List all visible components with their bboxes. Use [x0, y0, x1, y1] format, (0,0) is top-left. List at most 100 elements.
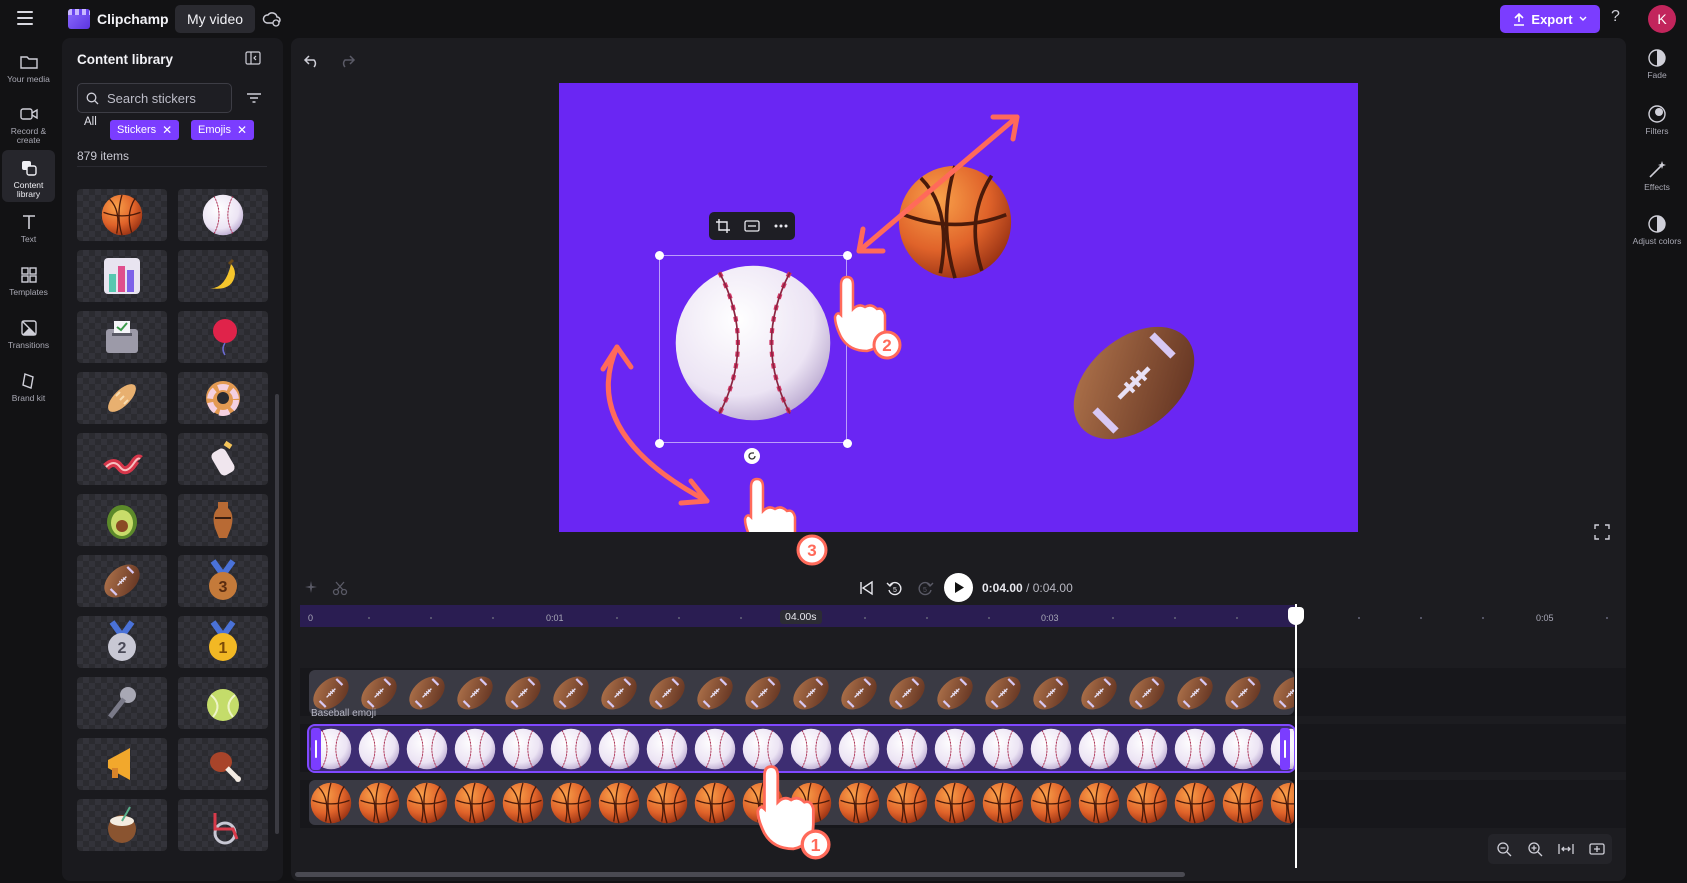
baseball-frame: [453, 727, 497, 771]
3rd-place-medal-icon: 3: [209, 559, 237, 600]
nav-content-library[interactable]: Content library: [2, 150, 55, 202]
sticker-coconut-drink[interactable]: [77, 799, 167, 851]
ruler-label: 0: [308, 613, 314, 623]
sticker-1st-place-medal[interactable]: 1: [178, 616, 268, 668]
chip-stickers[interactable]: Stickers ✕: [110, 120, 180, 140]
baseball-frame: [693, 727, 737, 771]
property-filters[interactable]: Filters: [1632, 104, 1682, 136]
magic-icon[interactable]: [303, 580, 319, 596]
sticker-2nd-place-medal[interactable]: 2: [77, 616, 167, 668]
chip-emojis[interactable]: Emojis ✕: [191, 120, 255, 140]
add-track-icon[interactable]: [1588, 841, 1605, 857]
search-box[interactable]: [77, 83, 232, 113]
sticker-avocado[interactable]: [77, 494, 167, 546]
fullscreen-icon[interactable]: [1594, 524, 1610, 540]
cloud-sync-icon[interactable]: [262, 9, 282, 29]
sticker-bacon[interactable]: [77, 433, 167, 485]
basketball-frame: [501, 781, 545, 825]
nav-brand-kit[interactable]: Brand kit: [2, 363, 55, 415]
video-canvas[interactable]: 2: [559, 83, 1358, 532]
svg-text:3: 3: [807, 541, 816, 560]
property-effects[interactable]: Effects: [1632, 160, 1682, 192]
filter-icon[interactable]: [242, 86, 266, 110]
sticker-american-football[interactable]: [77, 555, 167, 607]
undo-icon[interactable]: [303, 51, 321, 69]
help-icon[interactable]: ?: [1611, 8, 1620, 26]
nav-templates[interactable]: Templates: [2, 257, 55, 309]
zoom-toolbar: [1488, 834, 1612, 864]
sticker-banana[interactable]: [178, 250, 268, 302]
sticker-baguette[interactable]: [77, 372, 167, 424]
folder-icon: [19, 56, 38, 69]
trim-handle-left[interactable]: [311, 728, 321, 770]
baseball-frame: [1173, 727, 1217, 771]
american-football-icon: [100, 559, 144, 603]
nav-text[interactable]: Text: [2, 204, 55, 256]
basketball-frame: [837, 781, 881, 825]
callout-number: 2: [882, 336, 891, 355]
zoom-out-icon[interactable]: [1496, 841, 1512, 857]
timecode: 0:04.00 / 0:04.00: [982, 581, 1073, 595]
sticker-tennis-ball[interactable]: [178, 677, 268, 729]
property-fade[interactable]: Fade: [1632, 48, 1682, 80]
forward-5s-icon[interactable]: 5: [916, 579, 934, 597]
trim-handle-right[interactable]: [1280, 728, 1290, 770]
nav-record-create[interactable]: Record & create: [2, 96, 55, 148]
rewind-5s-icon[interactable]: 5: [886, 579, 904, 597]
sticker-wheelchair[interactable]: [178, 799, 268, 851]
project-name-field[interactable]: My video: [175, 5, 256, 33]
hand-cursor-icon: [743, 477, 797, 532]
sticker-loudspeaker[interactable]: [77, 738, 167, 790]
library-scrollbar[interactable]: [275, 394, 279, 834]
sticker-meat-on-bone[interactable]: [178, 738, 268, 790]
sticker-bagel[interactable]: [178, 372, 268, 424]
nav-label: Your media: [7, 74, 50, 84]
nav-transitions[interactable]: Transitions: [2, 310, 55, 362]
menu-icon[interactable]: [17, 11, 33, 25]
search-input[interactable]: [107, 90, 227, 106]
baseball-frame: [837, 727, 881, 771]
close-icon[interactable]: ✕: [162, 123, 172, 137]
export-button[interactable]: Export: [1500, 5, 1600, 33]
avatar[interactable]: K: [1648, 5, 1676, 33]
ruler-dot: [1482, 617, 1484, 619]
chip-label: Emojis: [198, 124, 232, 136]
zoom-in-icon[interactable]: [1527, 841, 1543, 857]
american-football-frame: [789, 671, 833, 715]
clip-american-football[interactable]: [309, 670, 1294, 715]
sticker-microphone[interactable]: [77, 677, 167, 729]
nav-label: Content library: [13, 180, 44, 199]
property-adjust-colors[interactable]: Adjust colors: [1632, 214, 1682, 246]
playhead-knob[interactable]: [1288, 607, 1304, 625]
sticker-amphora[interactable]: [178, 494, 268, 546]
sticker-bar-chart[interactable]: [77, 250, 167, 302]
play-button[interactable]: [944, 573, 973, 602]
redo-icon[interactable]: [338, 51, 356, 69]
ruler-dot: [678, 617, 680, 619]
playhead[interactable]: [1295, 604, 1297, 868]
nav-your-media[interactable]: Your media: [2, 44, 55, 96]
baguette-icon: [108, 384, 136, 412]
sticker-balloon[interactable]: [178, 311, 268, 363]
close-icon[interactable]: ✕: [237, 123, 247, 137]
basketball-frame: [1077, 781, 1121, 825]
scissors-icon[interactable]: [332, 580, 348, 596]
sticker-ballot-box[interactable]: [77, 311, 167, 363]
nav-label: Record & create: [10, 126, 47, 145]
filter-all[interactable]: All: [84, 116, 97, 128]
right-sidebar: Fade Filters Effects Adjust colors: [1627, 38, 1687, 883]
skip-back-icon[interactable]: [858, 580, 874, 596]
american-football-frame: [453, 671, 497, 715]
timeline-ruler[interactable]: [300, 605, 1620, 627]
timeline-scrollbar[interactable]: [295, 872, 1185, 877]
fit-timeline-icon[interactable]: [1557, 841, 1574, 857]
playhead-time-tooltip: 04.00s: [780, 610, 822, 624]
sticker-baby-bottle[interactable]: [178, 433, 268, 485]
hand-cursor-icon: 1: [756, 765, 831, 860]
sticker-baseball[interactable]: [178, 189, 268, 241]
collapse-panel-icon[interactable]: [245, 51, 261, 65]
sticker-3rd-place-medal[interactable]: 3: [178, 555, 268, 607]
svg-text:2: 2: [118, 640, 127, 657]
sticker-basketball[interactable]: [77, 189, 167, 241]
property-label: Filters: [1645, 126, 1669, 136]
